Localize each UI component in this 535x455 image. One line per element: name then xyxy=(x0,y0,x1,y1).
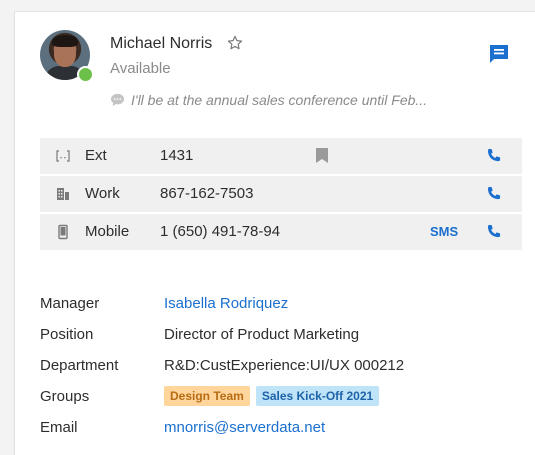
detail-label: Email xyxy=(40,419,78,436)
group-tag[interactable]: Sales Kick-Off 2021 xyxy=(255,386,380,406)
call-icon[interactable] xyxy=(484,146,504,166)
contact-card: Michael Norris Available I'll be at the … xyxy=(15,12,535,455)
contact-name: Michael Norris xyxy=(110,35,213,52)
email-link[interactable]: mnorris@serverdata.net xyxy=(164,419,325,436)
manager-link[interactable]: Isabella Rodriquez xyxy=(164,295,288,312)
status-message: I'll be at the annual sales conference u… xyxy=(110,92,427,108)
phone-label: Ext xyxy=(85,147,107,164)
phone-number: 1 (650) 491-78-94 xyxy=(160,223,281,240)
chat-icon[interactable] xyxy=(487,42,511,66)
group-tags: Design Team Sales Kick-Off 2021 xyxy=(164,386,385,406)
call-icon[interactable] xyxy=(484,184,504,204)
extension-icon xyxy=(56,150,70,162)
star-icon[interactable] xyxy=(226,34,244,52)
phone-label: Mobile xyxy=(85,223,130,240)
detail-label: Position xyxy=(40,326,94,343)
status-message-text: I'll be at the annual sales conference u… xyxy=(131,92,428,108)
phone-row-mobile: Mobile 1 (650) 491-78-94 SMS xyxy=(40,214,522,250)
speech-bubble-icon xyxy=(110,93,125,107)
phone-row-work: Work 867-162-7503 xyxy=(40,176,522,212)
detail-label: Groups xyxy=(40,388,90,405)
call-icon[interactable] xyxy=(484,222,504,242)
detail-label: Manager xyxy=(40,295,100,312)
phone-list: Ext 1431 Work 867-162-7503 Mobile 1 (650… xyxy=(40,138,522,252)
phone-number: 867-162-7503 xyxy=(160,185,254,202)
phone-number: 1431 xyxy=(160,147,194,164)
sms-button[interactable]: SMS xyxy=(430,224,458,239)
position-value: Director of Product Marketing xyxy=(164,326,360,343)
phone-row-ext: Ext 1431 xyxy=(40,138,522,174)
presence-indicator xyxy=(77,66,94,83)
phone-label: Work xyxy=(85,185,120,202)
detail-label: Department xyxy=(40,357,119,374)
office-building-icon xyxy=(57,188,69,200)
bookmark-icon[interactable] xyxy=(316,148,328,163)
group-tag[interactable]: Design Team xyxy=(164,386,250,406)
availability-status: Available xyxy=(110,60,171,77)
mobile-phone-icon xyxy=(58,224,68,240)
department-value: R&D:CustExperience:UI/UX 000212 xyxy=(164,357,405,374)
